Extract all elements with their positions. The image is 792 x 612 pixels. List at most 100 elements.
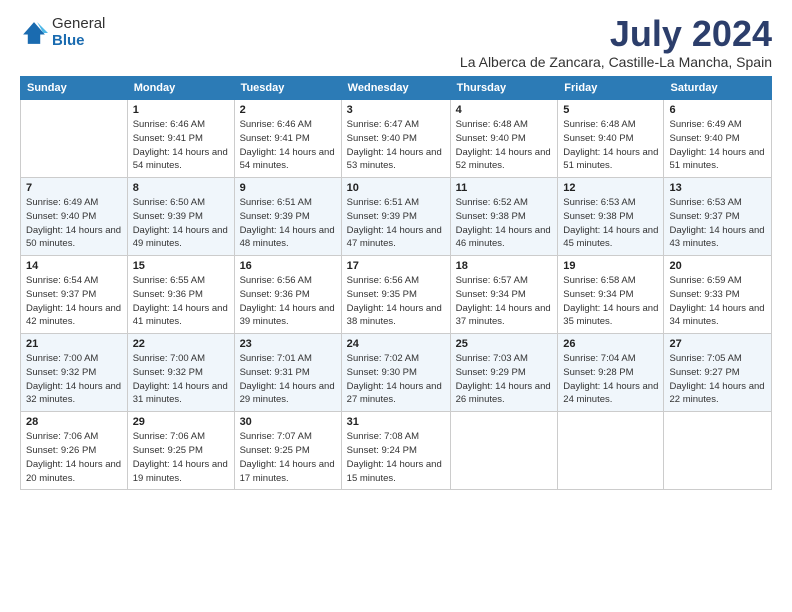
- day-detail: Sunrise: 6:54 AMSunset: 9:37 PMDaylight:…: [26, 274, 122, 329]
- header-cell-saturday: Saturday: [664, 77, 772, 100]
- month-title: July 2024: [460, 16, 772, 52]
- day-number: 14: [26, 260, 122, 272]
- day-cell: 24 Sunrise: 7:02 AMSunset: 9:30 PMDayligh…: [341, 334, 450, 412]
- day-detail: Sunrise: 6:56 AMSunset: 9:36 PMDaylight:…: [240, 274, 336, 329]
- day-number: 19: [563, 260, 658, 272]
- day-detail: Sunrise: 6:48 AMSunset: 9:40 PMDaylight:…: [563, 118, 658, 173]
- day-detail: Sunrise: 7:07 AMSunset: 9:25 PMDaylight:…: [240, 430, 336, 485]
- day-cell: 31 Sunrise: 7:08 AMSunset: 9:24 PMDayligh…: [341, 412, 450, 490]
- day-detail: Sunrise: 7:04 AMSunset: 9:28 PMDaylight:…: [563, 352, 658, 407]
- day-detail: Sunrise: 7:02 AMSunset: 9:30 PMDaylight:…: [347, 352, 445, 407]
- day-cell: 8 Sunrise: 6:50 AMSunset: 9:39 PMDaylight…: [127, 178, 234, 256]
- day-detail: Sunrise: 6:46 AMSunset: 9:41 PMDaylight:…: [133, 118, 229, 173]
- day-cell: 17 Sunrise: 6:56 AMSunset: 9:35 PMDayligh…: [341, 256, 450, 334]
- logo-text: General Blue: [52, 16, 105, 49]
- header-cell-thursday: Thursday: [450, 77, 558, 100]
- calendar-table: SundayMondayTuesdayWednesdayThursdayFrid…: [20, 76, 772, 490]
- week-row-5: 28 Sunrise: 7:06 AMSunset: 9:26 PMDayligh…: [21, 412, 772, 490]
- day-number: 7: [26, 182, 122, 194]
- day-cell: 21 Sunrise: 7:00 AMSunset: 9:32 PMDayligh…: [21, 334, 128, 412]
- day-detail: Sunrise: 6:58 AMSunset: 9:34 PMDaylight:…: [563, 274, 658, 329]
- header-cell-sunday: Sunday: [21, 77, 128, 100]
- day-number: 18: [456, 260, 553, 272]
- day-number: 26: [563, 338, 658, 350]
- day-number: 23: [240, 338, 336, 350]
- week-row-4: 21 Sunrise: 7:00 AMSunset: 9:32 PMDayligh…: [21, 334, 772, 412]
- day-detail: Sunrise: 7:05 AMSunset: 9:27 PMDaylight:…: [669, 352, 766, 407]
- day-number: 4: [456, 104, 553, 116]
- day-cell: 9Sunrise: 6:51 AMSunset: 9:39 PMDaylight…: [234, 178, 341, 256]
- day-number: 25: [456, 338, 553, 350]
- day-detail: Sunrise: 6:48 AMSunset: 9:40 PMDaylight:…: [456, 118, 553, 173]
- day-detail: Sunrise: 6:56 AMSunset: 9:35 PMDaylight:…: [347, 274, 445, 329]
- week-row-1: 1 Sunrise: 6:46 AMSunset: 9:41 PMDaylight…: [21, 100, 772, 178]
- calendar-page: General Blue July 2024 La Alberca de Zan…: [0, 0, 792, 612]
- logo: General Blue: [20, 16, 105, 49]
- day-detail: Sunrise: 6:55 AMSunset: 9:36 PMDaylight:…: [133, 274, 229, 329]
- header-cell-monday: Monday: [127, 77, 234, 100]
- day-number: 8: [133, 182, 229, 194]
- day-cell: 2 Sunrise: 6:46 AMSunset: 9:41 PMDaylight…: [234, 100, 341, 178]
- day-cell: [664, 412, 772, 490]
- day-detail: Sunrise: 6:51 AMSunset: 9:39 PMDaylight:…: [240, 196, 336, 251]
- day-number: 31: [347, 416, 445, 428]
- day-cell: [558, 412, 664, 490]
- day-number: 12: [563, 182, 658, 194]
- day-cell: 19 Sunrise: 6:58 AMSunset: 9:34 PMDayligh…: [558, 256, 664, 334]
- day-number: 2: [240, 104, 336, 116]
- day-detail: Sunrise: 7:01 AMSunset: 9:31 PMDaylight:…: [240, 352, 336, 407]
- day-number: 24: [347, 338, 445, 350]
- day-detail: Sunrise: 7:00 AMSunset: 9:32 PMDaylight:…: [133, 352, 229, 407]
- day-detail: Sunrise: 7:00 AMSunset: 9:32 PMDaylight:…: [26, 352, 122, 407]
- day-number: 15: [133, 260, 229, 272]
- day-number: 5: [563, 104, 658, 116]
- day-detail: Sunrise: 6:49 AMSunset: 9:40 PMDaylight:…: [26, 196, 122, 251]
- day-cell: 30 Sunrise: 7:07 AMSunset: 9:25 PMDayligh…: [234, 412, 341, 490]
- day-number: 6: [669, 104, 766, 116]
- day-detail: Sunrise: 7:06 AMSunset: 9:26 PMDaylight:…: [26, 430, 122, 485]
- day-detail: Sunrise: 6:50 AMSunset: 9:39 PMDaylight:…: [133, 196, 229, 251]
- day-cell: 13 Sunrise: 6:53 AMSunset: 9:37 PMDayligh…: [664, 178, 772, 256]
- day-cell: 20Sunrise: 6:59 AMSunset: 9:33 PMDayligh…: [664, 256, 772, 334]
- day-number: 21: [26, 338, 122, 350]
- day-cell: 14 Sunrise: 6:54 AMSunset: 9:37 PMDayligh…: [21, 256, 128, 334]
- day-cell: 5 Sunrise: 6:48 AMSunset: 9:40 PMDaylight…: [558, 100, 664, 178]
- day-number: 29: [133, 416, 229, 428]
- day-number: 30: [240, 416, 336, 428]
- week-row-3: 14 Sunrise: 6:54 AMSunset: 9:37 PMDayligh…: [21, 256, 772, 334]
- header-cell-wednesday: Wednesday: [341, 77, 450, 100]
- day-cell: 10Sunrise: 6:51 AMSunset: 9:39 PMDayligh…: [341, 178, 450, 256]
- day-number: 22: [133, 338, 229, 350]
- logo-general-text: General: [52, 16, 105, 33]
- day-number: 16: [240, 260, 336, 272]
- day-cell: 4 Sunrise: 6:48 AMSunset: 9:40 PMDaylight…: [450, 100, 558, 178]
- day-cell: 16 Sunrise: 6:56 AMSunset: 9:36 PMDayligh…: [234, 256, 341, 334]
- day-number: 17: [347, 260, 445, 272]
- day-cell: 3Sunrise: 6:47 AMSunset: 9:40 PMDaylight…: [341, 100, 450, 178]
- day-cell: 15 Sunrise: 6:55 AMSunset: 9:36 PMDayligh…: [127, 256, 234, 334]
- day-detail: Sunrise: 6:49 AMSunset: 9:40 PMDaylight:…: [669, 118, 766, 173]
- logo-blue-text: Blue: [52, 33, 105, 50]
- header-cell-friday: Friday: [558, 77, 664, 100]
- day-detail: Sunrise: 6:53 AMSunset: 9:38 PMDaylight:…: [563, 196, 658, 251]
- day-detail: Sunrise: 7:08 AMSunset: 9:24 PMDaylight:…: [347, 430, 445, 485]
- day-cell: 23 Sunrise: 7:01 AMSunset: 9:31 PMDayligh…: [234, 334, 341, 412]
- day-cell: 6 Sunrise: 6:49 AMSunset: 9:40 PMDaylight…: [664, 100, 772, 178]
- day-detail: Sunrise: 6:52 AMSunset: 9:38 PMDaylight:…: [456, 196, 553, 251]
- header-cell-tuesday: Tuesday: [234, 77, 341, 100]
- week-row-2: 7 Sunrise: 6:49 AMSunset: 9:40 PMDaylight…: [21, 178, 772, 256]
- day-cell: 1 Sunrise: 6:46 AMSunset: 9:41 PMDaylight…: [127, 100, 234, 178]
- title-area: July 2024 La Alberca de Zancara, Castill…: [460, 16, 772, 70]
- day-detail: Sunrise: 6:46 AMSunset: 9:41 PMDaylight:…: [240, 118, 336, 173]
- day-detail: Sunrise: 6:47 AMSunset: 9:40 PMDaylight:…: [347, 118, 445, 173]
- day-cell: 18Sunrise: 6:57 AMSunset: 9:34 PMDayligh…: [450, 256, 558, 334]
- header: General Blue July 2024 La Alberca de Zan…: [20, 16, 772, 70]
- day-number: 1: [133, 104, 229, 116]
- day-number: 13: [669, 182, 766, 194]
- day-number: 27: [669, 338, 766, 350]
- day-number: 28: [26, 416, 122, 428]
- day-detail: Sunrise: 6:51 AMSunset: 9:39 PMDaylight:…: [347, 196, 445, 251]
- day-detail: Sunrise: 6:53 AMSunset: 9:37 PMDaylight:…: [669, 196, 766, 251]
- day-cell: 27 Sunrise: 7:05 AMSunset: 9:27 PMDayligh…: [664, 334, 772, 412]
- day-cell: 29Sunrise: 7:06 AMSunset: 9:25 PMDayligh…: [127, 412, 234, 490]
